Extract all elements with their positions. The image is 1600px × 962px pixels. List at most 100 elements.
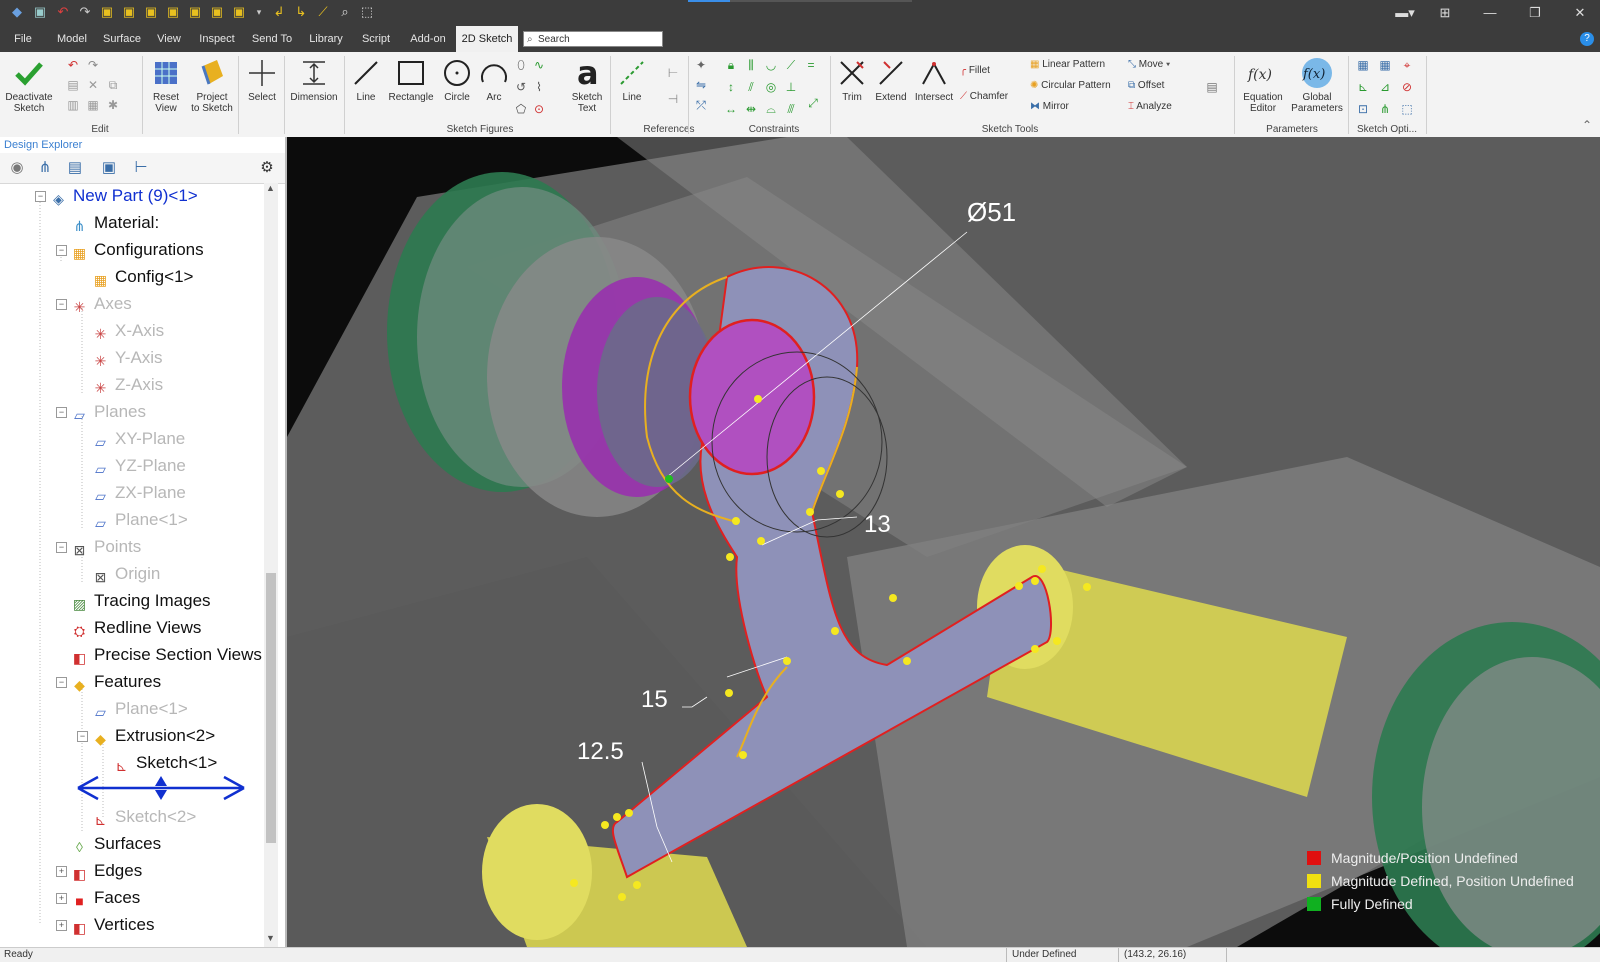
horizontal-icon[interactable]: ↔ [724,102,738,116]
symmetric-icon[interactable]: ⫼ [744,58,758,72]
conic-icon[interactable]: ↺ [514,80,528,94]
reference-line-button[interactable]: Line [614,56,650,103]
cut-icon[interactable]: ▥ [66,98,80,112]
extend-button[interactable]: Extend [872,56,910,103]
menu-script[interactable]: Script [356,26,396,52]
mirror-button[interactable]: ⧓ Mirror [1030,98,1069,116]
menu-model[interactable]: Model [52,26,92,52]
select-button[interactable]: Select [242,56,282,103]
tree-item-vertices[interactable]: ◧ Vertices [71,912,155,938]
equal-icon[interactable]: = [804,58,818,72]
tree-item-yz-plane[interactable]: ▱ YZ-Plane [92,453,186,479]
paste-icon[interactable]: ▤ [66,78,80,92]
reset-view-button[interactable]: Reset View [146,56,186,114]
view-right-icon[interactable]: ▣ [210,5,224,19]
collapse-ribbon-icon[interactable]: ⌃ [1580,118,1594,132]
tree-item-config-1[interactable]: ▦ Config<1> [92,264,194,290]
line-button[interactable]: Line [348,56,384,103]
show-constraints-icon[interactable]: ⊿ [1378,80,1392,94]
expand-faces-toggle[interactable]: + [56,893,67,904]
collapse-extrusion-toggle[interactable]: − [77,731,88,742]
menu-inspect[interactable]: Inspect [195,26,239,52]
menu-view[interactable]: View [150,26,188,52]
properties-icon[interactable]: ✱ [106,98,120,112]
globe-icon[interactable]: ◉ [8,159,26,177]
circular-pattern-button[interactable]: ✺ Circular Pattern [1030,77,1111,95]
collapse-planes-toggle[interactable]: − [56,407,67,418]
tree-item-new-part[interactable]: ◈ New Part (9)<1> [50,183,198,209]
angle-icon[interactable]: ⫻ [784,102,798,116]
ellipse-icon[interactable]: ⬯ [514,58,528,72]
bezier-icon[interactable]: ⌇ [532,80,546,94]
list-view-icon[interactable]: ▤ [66,159,84,177]
sketch-tools-extra-icon[interactable]: ▤ [1205,80,1219,94]
tree-item-faces[interactable]: ■ Faces [71,885,140,911]
grid-icon[interactable]: ▦ [1356,58,1370,72]
parallel-icon[interactable]: ⫽ [744,80,758,94]
tree-item-planes[interactable]: ▱ Planes [71,399,146,425]
point-icon[interactable]: ⊙ [532,102,546,116]
sketch-plane-icon[interactable]: ⊾ [1356,80,1370,94]
menu-send-to[interactable]: Send To [248,26,296,52]
offset-button[interactable]: ⧉ Offset [1128,77,1164,95]
tangent-icon[interactable]: ◡ [764,58,778,72]
spline-icon[interactable]: ∿ [532,58,546,72]
sketch-text-button[interactable]: a Sketch Text [566,56,608,114]
tree-item-feature-plane-1[interactable]: ▱ Plane<1> [92,696,188,722]
tree-item-zx-plane[interactable]: ▱ ZX-Plane [92,480,186,506]
project-to-sketch-button[interactable]: Project to Sketch [188,56,236,114]
equation-editor-button[interactable]: f(x) Equation Editor [1238,56,1288,114]
save-icon[interactable]: ▣ [33,5,47,19]
undo-icon[interactable]: ↶ [66,58,80,72]
move-button[interactable]: ⤡ Move ▾ [1128,56,1170,74]
undo-icon[interactable]: ↶ [56,5,70,19]
scroll-up-icon[interactable]: ▲ [266,183,275,193]
view-back-icon[interactable]: ▣ [122,5,136,19]
perpendicular-icon[interactable]: ⊥ [784,80,798,94]
menu-library[interactable]: Library [304,26,348,52]
analyze-button[interactable]: ⌶ Analyze [1128,98,1172,116]
expand-vertices-toggle[interactable]: + [56,920,67,931]
hierarchy-icon[interactable]: ⊢ [132,159,150,177]
select-all-icon[interactable]: ▦ [86,98,100,112]
polygon-icon[interactable]: ⬠ [514,102,528,116]
tree-item-y-axis[interactable]: ✳ Y-Axis [92,345,163,371]
close-icon[interactable]: ✕ [1565,4,1595,22]
zoom-window-icon[interactable]: ⬚ [360,5,374,19]
delete-icon[interactable]: ✕ [86,78,100,92]
scroll-down-icon[interactable]: ▼ [266,933,275,943]
tree-item-plane-1[interactable]: ▱ Plane<1> [92,507,188,533]
zoom-icon[interactable]: ⌕ [338,5,352,19]
menu-surface[interactable]: Surface [100,26,144,52]
menu-add-on[interactable]: Add-on [404,26,452,52]
constraint-align-icon[interactable]: ⇋ [694,78,708,92]
rollback-marker[interactable] [76,773,246,803]
ref-point-icon[interactable]: ⊢ [666,66,680,80]
collinear-icon[interactable]: ⟋ [784,58,798,72]
3d-model-scene[interactable]: Ø51 13 15 12.5 [287,137,1600,947]
view-bottom-icon[interactable]: ▣ [166,5,180,19]
chamfer-button[interactable]: ⟋ Chamfer [960,88,1008,106]
vertical-icon[interactable]: ↕ [724,80,738,94]
global-parameters-button[interactable]: f(x) Global Parameters [1290,56,1344,114]
tree-item-surfaces[interactable]: ◊ Surfaces [71,831,161,857]
tree-item-axes[interactable]: ✳ Axes [71,291,132,317]
measure-icon[interactable]: ⟋ [316,5,330,19]
redo-icon[interactable]: ↷ [86,58,100,72]
auto-constraint-icon[interactable]: ⤢ [806,96,820,110]
show-dimensions-icon[interactable]: ⊘ [1400,80,1414,94]
tree-item-tracing-images[interactable]: ▨ Tracing Images [71,588,211,614]
tree-item-sketch-2[interactable]: ⊾ Sketch<2> [92,804,197,830]
tree-item-x-axis[interactable]: ✳ X-Axis [92,318,165,344]
lock-icon[interactable]: 🔒︎ [724,58,738,72]
search-input[interactable]: ⌕ Search [523,31,663,47]
settings-gear-icon[interactable]: ⚙ [258,159,276,177]
tree-item-z-axis[interactable]: ✳ Z-Axis [92,372,164,398]
arc-button[interactable]: Arc [476,56,512,103]
tree-item-material[interactable]: ⋔ Material: [71,210,160,236]
tree-item-precise-section-views[interactable]: ◧ Precise Section Views [71,642,262,668]
tree-item-features[interactable]: ◆ Features [71,669,161,695]
collapse-axes-toggle[interactable]: − [56,299,67,310]
view-top-icon[interactable]: ▣ [144,5,158,19]
tree-item-configurations[interactable]: ▦ Configurations [71,237,204,263]
